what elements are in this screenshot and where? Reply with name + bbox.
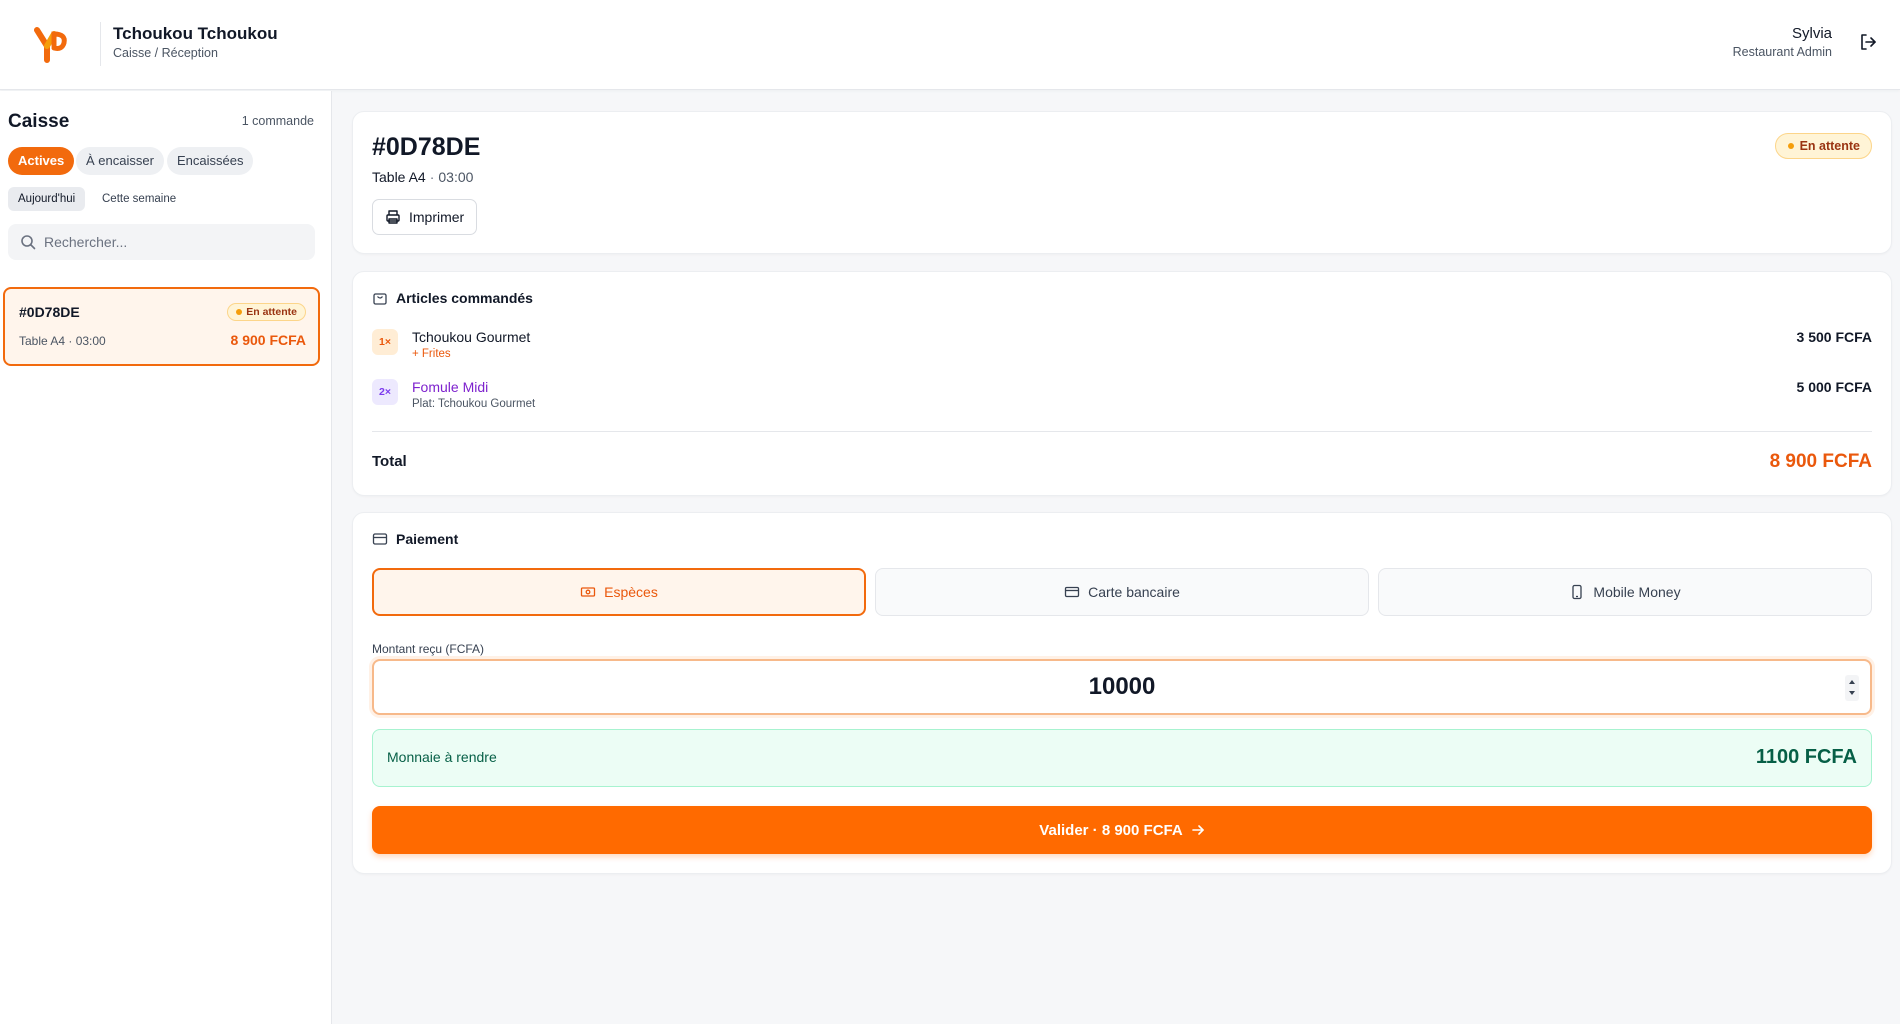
- brand-logo: [34, 27, 67, 63]
- item-name: Fomule Midi: [412, 379, 489, 395]
- orders-sidebar: Caisse 1 commande Actives À encaisser En…: [0, 91, 332, 1024]
- order-meta: Table A4 · 03:00: [372, 169, 473, 185]
- amount-received-label: Montant reçu (FCFA): [372, 642, 485, 656]
- breadcrumb: Caisse / Réception: [113, 46, 218, 60]
- payment-section-title: Paiement: [396, 531, 459, 547]
- meta-separator: ·: [429, 169, 435, 185]
- validate-label: Valider · 8 900 FCFA: [1039, 821, 1183, 839]
- print-label: Imprimer: [409, 209, 465, 225]
- tab-encaissees[interactable]: Encaissées: [167, 147, 254, 175]
- payment-method-mobile-money[interactable]: Mobile Money: [1378, 568, 1872, 616]
- list-item: 1× Tchoukou Gourmet + Frites 3 500 FCFA: [372, 329, 1872, 369]
- brand-divider: [100, 22, 101, 66]
- print-button[interactable]: Imprimer: [372, 199, 478, 235]
- payment-method-card-content: Carte bancaire: [876, 569, 1368, 615]
- smartphone-icon: [1572, 584, 1583, 600]
- item-name: Tchoukou Gourmet: [412, 329, 531, 345]
- credit-card-icon: [372, 533, 388, 545]
- ordered-items-card: Articles commandés 1× Tchoukou Gourmet +…: [352, 271, 1892, 496]
- item-quantity: 1×: [372, 329, 398, 355]
- order-list-item[interactable]: #0D78DE En attente Table A4 · 03:00 8 90…: [3, 287, 320, 366]
- total-amount: 8 900 FCFA: [1769, 451, 1872, 472]
- total-label: Total: [372, 453, 407, 470]
- credit-card-icon: [1064, 586, 1080, 598]
- order-count: 1 commande: [241, 114, 314, 128]
- logout-icon[interactable]: [1858, 32, 1878, 52]
- item-option: Plat: Tchoukou Gourmet: [412, 398, 536, 410]
- filter-this-week[interactable]: Cette semaine: [92, 187, 186, 211]
- search-box: [8, 224, 315, 260]
- list-item: 2× Fomule Midi Plat: Tchoukou Gourmet 5 …: [372, 379, 1872, 419]
- app-header: Tchoukou Tchoukou Caisse / Réception Syl…: [0, 0, 1900, 90]
- tab-actives[interactable]: Actives: [8, 147, 75, 175]
- user-name: Sylvia: [1791, 25, 1832, 42]
- payment-method-cash[interactable]: Espèces: [372, 568, 866, 616]
- tab-a-encaisser[interactable]: À encaisser: [76, 147, 164, 175]
- payment-method-card[interactable]: Carte bancaire: [875, 568, 1369, 616]
- search-icon: [21, 235, 36, 250]
- printer-icon: [386, 210, 400, 224]
- order-list-meta: Table A4 · 03:00: [19, 334, 106, 348]
- shopping-bag-icon: [373, 293, 387, 305]
- arrow-right-icon: [1191, 825, 1204, 835]
- payment-method-cash-content: Espèces: [374, 570, 864, 614]
- order-list-id: #0D78DE: [19, 304, 80, 320]
- user-role: Restaurant Admin: [1732, 45, 1832, 59]
- change-due-label: Monnaie à rendre: [387, 749, 497, 765]
- item-option: + Frites: [412, 348, 451, 360]
- change-due-box: Monnaie à rendre 1100 FCFA: [372, 729, 1872, 787]
- payment-card: Paiement Espèces Carte bancaire Mobile M…: [352, 512, 1892, 874]
- filter-today[interactable]: Aujourd'hui: [8, 187, 86, 211]
- search-input[interactable]: [44, 224, 309, 260]
- payment-method-label: Espèces: [604, 584, 658, 600]
- cash-icon: [580, 587, 596, 597]
- restaurant-name: Tchoukou Tchoukou: [113, 24, 278, 43]
- order-time: 03:00: [438, 169, 474, 185]
- order-status-badge: En attente: [1774, 133, 1872, 159]
- item-quantity: 2×: [372, 379, 398, 405]
- amount-received-input[interactable]: [372, 659, 1872, 715]
- payment-method-label: Carte bancaire: [1088, 584, 1180, 600]
- payment-method-mobile-content: Mobile Money: [1379, 569, 1871, 615]
- change-due-amount: 1100 FCFA: [1755, 746, 1857, 768]
- order-summary-card: #0D78DE Table A4 · 03:00 En attente Imprim…: [352, 111, 1892, 254]
- divider: [372, 431, 1872, 432]
- order-table: Table A4: [372, 169, 426, 185]
- status-badge: En attente: [227, 303, 306, 321]
- order-title: #0D78DE: [372, 133, 481, 161]
- payment-method-label: Mobile Money: [1593, 584, 1681, 600]
- item-price: 3 500 FCFA: [1796, 329, 1872, 345]
- items-section-title: Articles commandés: [396, 290, 533, 306]
- validate-payment-button[interactable]: Valider · 8 900 FCFA: [372, 806, 1872, 854]
- item-price: 5 000 FCFA: [1796, 379, 1872, 395]
- order-list-amount: 8 900 FCFA: [230, 332, 306, 348]
- amount-stepper[interactable]: [1845, 675, 1859, 701]
- sidebar-title: Caisse: [8, 111, 70, 132]
